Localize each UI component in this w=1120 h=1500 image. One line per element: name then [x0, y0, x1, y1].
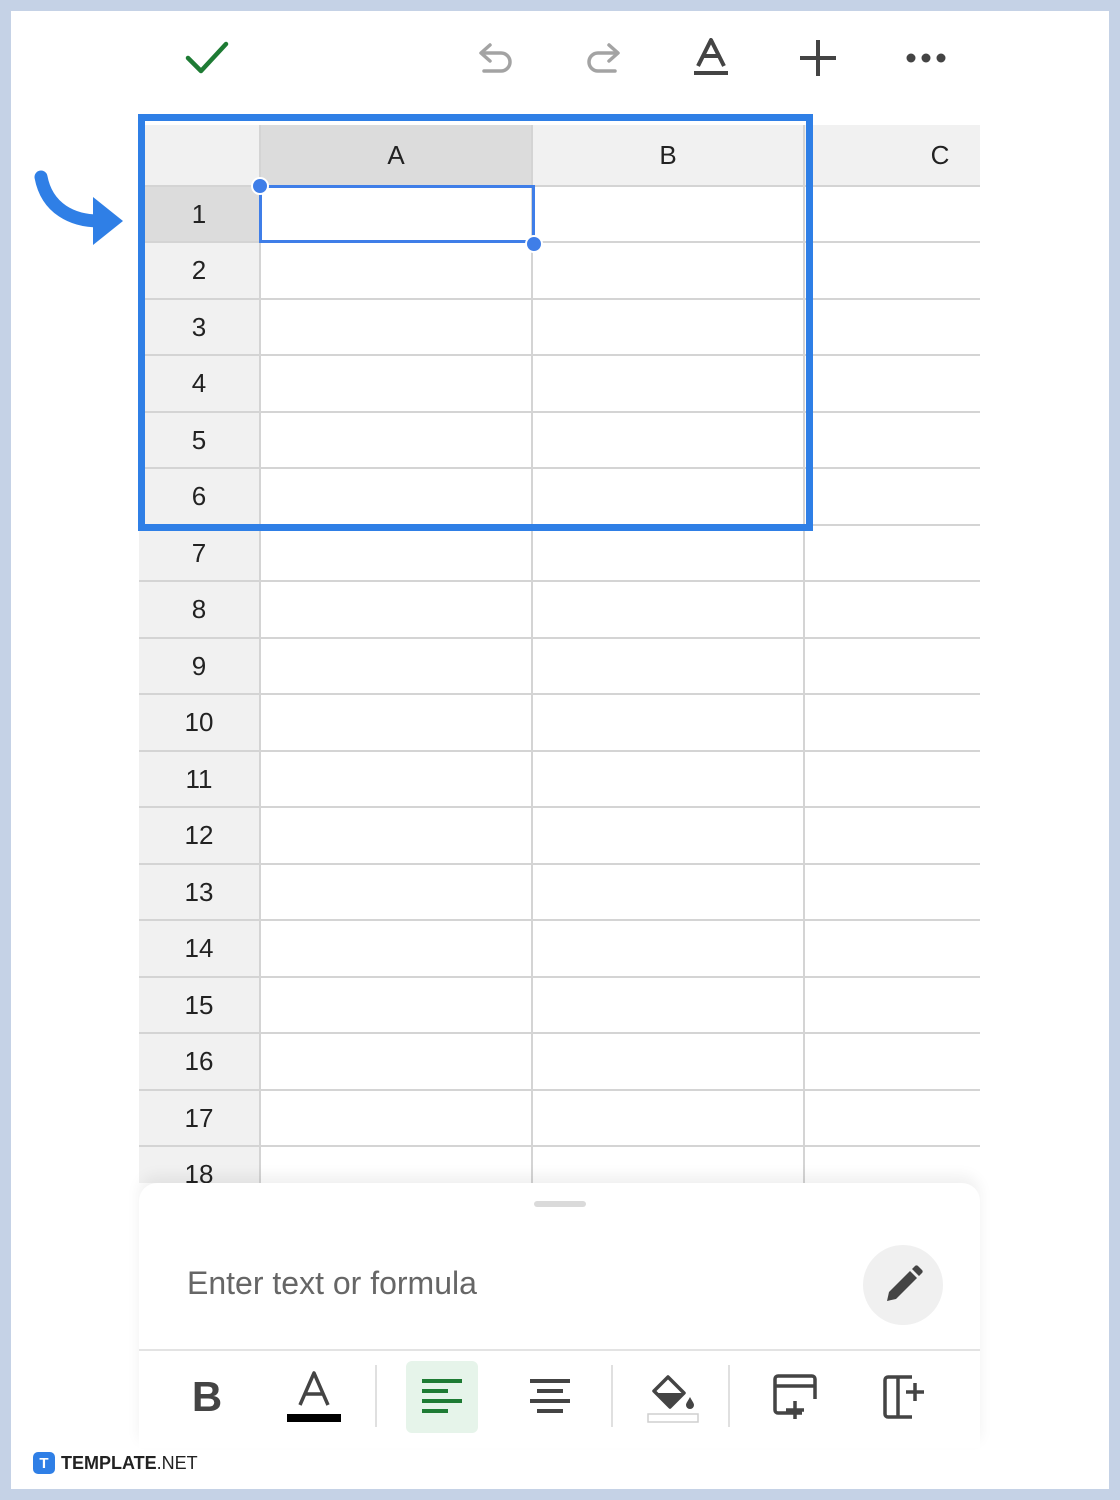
row-header-9[interactable]: 9: [139, 639, 261, 695]
align-center-button[interactable]: [514, 1361, 586, 1433]
row-header-3[interactable]: 3: [139, 300, 261, 356]
redo-button[interactable]: [571, 26, 635, 90]
toolbar-separator: [728, 1365, 730, 1427]
more-horizontal-icon: [906, 53, 946, 63]
selection-handle-top-left[interactable]: [251, 177, 269, 195]
row-header-5[interactable]: 5: [139, 413, 261, 469]
row-header-13[interactable]: 13: [139, 865, 261, 921]
insert-column-button[interactable]: [869, 1361, 941, 1433]
row-header-6[interactable]: 6: [139, 469, 261, 526]
toolbar-separator: [611, 1365, 613, 1427]
fill-color-icon: [647, 1375, 699, 1423]
align-center-icon: [530, 1379, 570, 1413]
toolbar-separator: [375, 1365, 377, 1427]
row-header-18[interactable]: 18: [139, 1147, 261, 1183]
fill-color-button[interactable]: [637, 1361, 709, 1433]
pencil-icon: [887, 1265, 923, 1301]
sheet-grabber-handle[interactable]: [534, 1201, 586, 1207]
redo-icon: [587, 43, 620, 73]
align-left-icon: [422, 1379, 462, 1413]
active-cell-a1[interactable]: [259, 185, 535, 243]
plus-icon: [800, 40, 836, 76]
insert-row-button[interactable]: [759, 1361, 831, 1433]
app-frame: A B C 1 2 3 4 5 6 7 8 9 10 11 12 13 14 1…: [11, 11, 1109, 1489]
row-header-16[interactable]: 16: [139, 1034, 261, 1091]
row-header-11[interactable]: 11: [139, 752, 261, 808]
row-header-1[interactable]: 1: [139, 187, 261, 243]
column-header-c[interactable]: C: [805, 125, 980, 187]
template-net-logo-icon: T: [33, 1452, 55, 1474]
row-header-17[interactable]: 17: [139, 1091, 261, 1147]
column-header-a[interactable]: A: [261, 125, 533, 187]
brand-text: TEMPLATE.NET: [61, 1452, 198, 1473]
template-net-watermark: T TEMPLATE.NET: [33, 1452, 198, 1474]
undo-button[interactable]: [464, 26, 528, 90]
insert-row-icon: [773, 1374, 817, 1419]
formula-sheet: B: [139, 1183, 980, 1448]
row-header-14[interactable]: 14: [139, 921, 261, 978]
select-all-corner[interactable]: [139, 125, 261, 187]
text-color-button[interactable]: [278, 1361, 350, 1433]
undo-icon: [479, 43, 512, 73]
text-color-icon: [287, 1371, 341, 1422]
bold-button[interactable]: B: [171, 1361, 243, 1433]
row-header-8[interactable]: 8: [139, 582, 261, 639]
row-header-2[interactable]: 2: [139, 243, 261, 300]
row-header-12[interactable]: 12: [139, 808, 261, 865]
insert-column-icon: [883, 1375, 924, 1419]
bold-icon: B: [191, 1373, 223, 1420]
insert-button[interactable]: [786, 26, 850, 90]
row-header-7[interactable]: 7: [139, 526, 261, 582]
edit-cell-button[interactable]: [863, 1245, 943, 1325]
row-header-4[interactable]: 4: [139, 356, 261, 413]
formula-input[interactable]: [187, 1255, 807, 1311]
spreadsheet-grid: A B C 1 2 3 4 5 6 7 8 9 10 11 12 13 14 1…: [139, 125, 980, 1183]
check-icon: [185, 41, 229, 74]
column-header-b[interactable]: B: [533, 125, 805, 187]
sheet-divider: [139, 1349, 980, 1351]
done-button[interactable]: [175, 26, 239, 90]
selection-handle-bottom-right[interactable]: [525, 235, 543, 253]
more-options-button[interactable]: [894, 26, 958, 90]
align-left-button[interactable]: [406, 1361, 478, 1433]
text-format-icon: [694, 38, 728, 75]
pointer-arrow-icon: [34, 170, 123, 245]
row-header-10[interactable]: 10: [139, 695, 261, 752]
row-header-15[interactable]: 15: [139, 978, 261, 1034]
text-format-button[interactable]: [679, 26, 743, 90]
